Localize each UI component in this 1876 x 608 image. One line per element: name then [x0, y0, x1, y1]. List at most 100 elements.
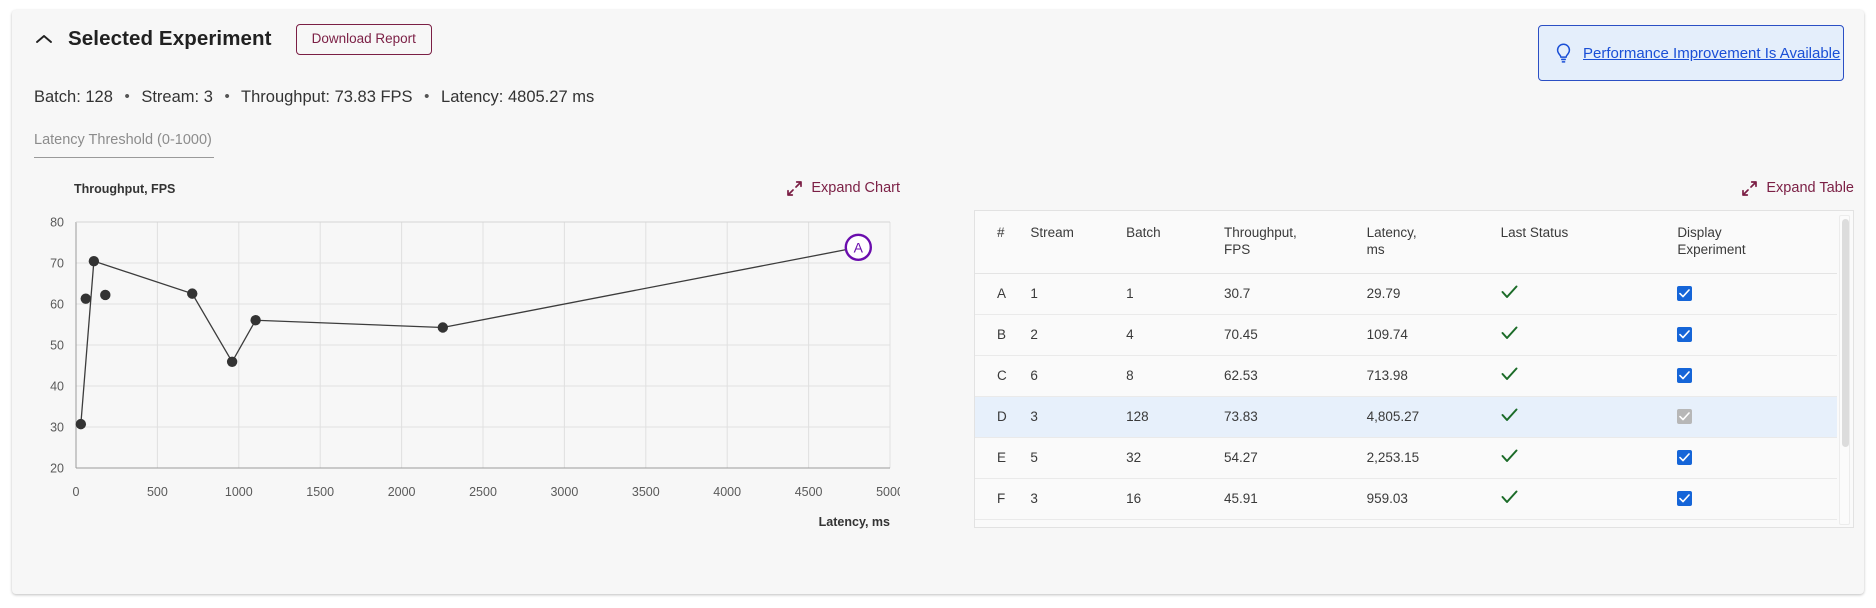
expand-table-button[interactable]: Expand Table [1742, 180, 1854, 196]
display-experiment-checkbox [1677, 409, 1693, 425]
cell-stream: 2 [1030, 314, 1127, 356]
data-point-marker[interactable] [100, 289, 111, 301]
cell-stream: 6 [1030, 355, 1127, 397]
cell-latency: 4,805.27 [1366, 396, 1501, 438]
chart-x-axis-title: Latency, ms [819, 515, 890, 529]
x-tick-label: 2500 [469, 485, 497, 499]
performance-improvement-link[interactable]: Performance Improvement Is Available [1583, 45, 1840, 62]
th-latency-line1: Latency, [1366, 225, 1417, 240]
throughput-latency-chart[interactable]: 0 500 1000 1500 2000 2500 3000 3500 4000 4500 5000… [34, 210, 900, 540]
cell-batch: 1 [1126, 273, 1224, 315]
y-tick-label: 20 [50, 462, 64, 476]
chevron-up-icon[interactable] [34, 29, 54, 49]
th-throughput[interactable]: Throughput, FPS [1223, 211, 1367, 274]
cell-throughput: 73.83 [1223, 396, 1367, 438]
display-experiment-checkbox[interactable] [1677, 286, 1693, 302]
th-display-experiment[interactable]: Display Experiment [1677, 211, 1837, 274]
cell-index: C [975, 355, 1031, 397]
th-stream[interactable]: Stream [1030, 211, 1127, 274]
th-latency[interactable]: Latency, ms [1366, 211, 1501, 274]
status-check-icon [1501, 367, 1518, 381]
table-scrollbar[interactable] [1839, 215, 1850, 525]
summary-separator-1: • [124, 88, 130, 105]
download-report-button[interactable]: Download Report [295, 24, 432, 55]
cell-batch: 128 [1126, 396, 1224, 438]
cell-stream: 8 [1030, 519, 1127, 527]
cell-latency: 109.74 [1366, 314, 1501, 356]
chart-header: Throughput, FPS Expand Chart [34, 180, 900, 206]
th-index[interactable]: # [975, 211, 1031, 274]
chart-y-axis-title: Throughput, FPS [74, 182, 176, 196]
summary-throughput: Throughput: 73.83 FPS [241, 88, 413, 106]
x-tick-label: 5000 [876, 485, 900, 499]
performance-improvement-banner[interactable]: Performance Improvement Is Available [1538, 25, 1844, 81]
summary-separator-2: • [224, 88, 230, 105]
status-check-icon [1501, 449, 1518, 463]
cell-latency: 959.03 [1366, 478, 1501, 520]
cell-display-experiment [1677, 396, 1837, 438]
experiments-table-container: # Stream Batch Throughput, FPS Latency, … [974, 210, 1854, 528]
cell-last-status [1500, 273, 1678, 315]
th-batch[interactable]: Batch [1126, 211, 1224, 274]
cell-last-status [1500, 519, 1678, 527]
x-tick-label: 1500 [306, 485, 334, 499]
data-point-marker[interactable] [250, 315, 261, 326]
status-check-icon [1501, 408, 1518, 422]
x-tick-label: 3000 [550, 485, 578, 499]
lightbulb-icon [1555, 43, 1572, 64]
table-scrollbar-thumb[interactable] [1842, 219, 1849, 447]
x-tick-label: 3500 [632, 485, 660, 499]
display-experiment-checkbox[interactable] [1677, 491, 1693, 507]
y-tick-label: 50 [50, 339, 64, 353]
expand-arrows-icon [787, 180, 803, 196]
cell-latency: 2,253.15 [1366, 437, 1501, 479]
table-row[interactable]: C 6 8 62.53 713.98 [975, 355, 1837, 397]
data-point-marker[interactable] [226, 356, 238, 367]
table-row[interactable]: E 5 32 54.27 2,253.15 [975, 437, 1837, 479]
latency-threshold-input[interactable] [34, 130, 214, 158]
data-point-marker[interactable] [88, 255, 100, 267]
table-row[interactable]: G8856.041,103.37 [975, 519, 1837, 527]
data-point-marker[interactable] [80, 293, 91, 304]
summary-latency: Latency: 4805.27 ms [441, 88, 595, 106]
cell-display-experiment [1677, 355, 1837, 397]
experiment-summary: Batch: 128 • Stream: 3 • Throughput: 73.… [34, 88, 594, 107]
display-experiment-checkbox[interactable] [1677, 450, 1693, 466]
table-row[interactable]: B 2 4 70.45 109.74 [975, 314, 1837, 356]
display-experiment-checkbox[interactable] [1677, 368, 1693, 384]
chart-section: Throughput, FPS Expand Chart 0 500 1000 150… [34, 180, 900, 540]
cell-stream: 1 [1030, 273, 1127, 315]
cell-display-experiment [1677, 437, 1837, 479]
data-point-marker[interactable] [187, 288, 198, 299]
x-tick-label: 0 [73, 485, 80, 499]
data-point-marker[interactable] [75, 418, 87, 430]
cell-stream: 3 [1030, 478, 1127, 520]
display-experiment-checkbox[interactable] [1677, 327, 1693, 343]
table-row[interactable]: D 3 128 73.83 4,805.27 [975, 396, 1837, 438]
table-row[interactable]: F 3 16 45.91 959.03 [975, 478, 1837, 520]
annotation-label: A [854, 239, 864, 255]
cell-last-status [1500, 314, 1678, 356]
chart-annotation-a[interactable]: A [844, 233, 872, 261]
table-section: Expand Table # Stream Batch Throughput, … [974, 180, 1854, 528]
status-check-icon [1501, 490, 1518, 504]
cell-batch: 32 [1126, 437, 1224, 479]
cell-display-experiment [1677, 273, 1837, 315]
data-point-marker[interactable] [437, 322, 449, 333]
table-body: A 1 1 30.7 29.79 B 2 4 70.45 109.74 C 6 8 62.53 713.98… [975, 273, 1837, 527]
expand-table-label: Expand Table [1766, 180, 1854, 196]
table-row[interactable]: A 1 1 30.7 29.79 [975, 273, 1837, 315]
cell-display-experiment [1677, 478, 1837, 520]
cell-display-experiment [1677, 314, 1837, 356]
app-root: Selected Experiment Download Report Batc… [0, 0, 1876, 608]
cell-index: A [975, 273, 1031, 315]
cell-latency: 1,103.37 [1366, 519, 1501, 527]
th-last-status[interactable]: Last Status [1500, 211, 1678, 274]
cell-batch: 8 [1126, 519, 1224, 527]
expand-chart-button[interactable]: Expand Chart [787, 180, 900, 196]
cell-index: G [975, 519, 1031, 527]
status-check-icon [1501, 285, 1518, 299]
latency-threshold-field [34, 130, 214, 158]
th-display-line2: Experiment [1677, 241, 1746, 257]
y-tick-label: 70 [50, 257, 64, 271]
